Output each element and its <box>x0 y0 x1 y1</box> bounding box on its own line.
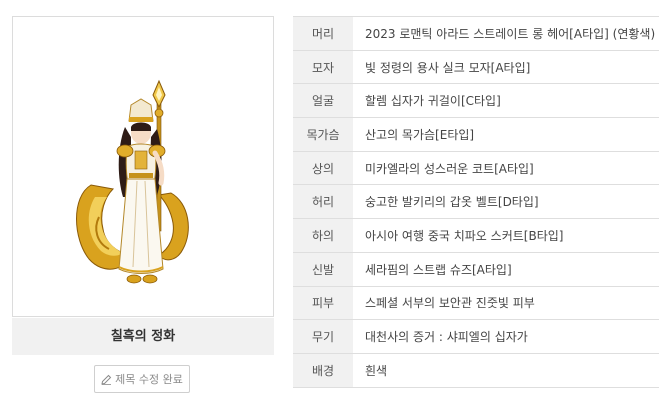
slot-label: 무기 <box>293 319 353 354</box>
slot-item: 스페셜 서부의 보안관 진줏빛 피부 <box>353 285 659 321</box>
equipment-table: 머리 2023 로맨틱 아라드 스트레이트 롱 헤어[A타입] (연황색) 모자… <box>293 16 659 388</box>
table-row: 머리 2023 로맨틱 아라드 스트레이트 롱 헤어[A타입] (연황색) <box>293 16 659 51</box>
slot-label: 얼굴 <box>293 83 353 119</box>
slot-item: 세라핌의 스트랩 슈즈[A타입] <box>353 251 659 287</box>
table-row: 하의 아시아 여행 중국 치파오 스커트[B타입] <box>293 218 659 253</box>
character-name: 칠흑의 정화 <box>12 318 274 355</box>
slot-item: 흰색 <box>353 352 659 388</box>
table-row: 피부 스페셜 서부의 보안관 진줏빛 피부 <box>293 285 659 321</box>
slot-item: 빛 정령의 용사 실크 모자[A타입] <box>353 49 659 85</box>
character-illustration <box>76 79 189 284</box>
slot-label: 상의 <box>293 150 353 186</box>
slot-label: 하의 <box>293 218 353 253</box>
table-row: 목가슴 산고의 목가슴[E타입] <box>293 117 659 152</box>
table-row: 허리 숭고한 발키리의 갑옷 벨트[D타입] <box>293 184 659 220</box>
table-row: 모자 빛 정령의 용사 실크 모자[A타입] <box>293 49 659 85</box>
slot-item: 아시아 여행 중국 치파오 스커트[B타입] <box>353 218 659 253</box>
table-row: 무기 대천사의 증거 : 샤피엘의 십자가 <box>293 319 659 354</box>
slot-item: 산고의 목가슴[E타입] <box>353 117 659 152</box>
table-row: 얼굴 할렘 십자가 귀걸이[C타입] <box>293 83 659 119</box>
slot-item: 미카엘라의 성스러운 코트[A타입] <box>353 150 659 186</box>
title-edit-done-button[interactable]: 제목 수정 완료 <box>94 365 190 393</box>
slot-label: 피부 <box>293 285 353 321</box>
table-row: 상의 미카엘라의 성스러운 코트[A타입] <box>293 150 659 186</box>
character-portrait <box>12 16 274 317</box>
pencil-icon <box>101 374 112 385</box>
slot-label: 모자 <box>293 49 353 85</box>
slot-item: 할렘 십자가 귀걸이[C타입] <box>353 83 659 119</box>
slot-item: 2023 로맨틱 아라드 스트레이트 롱 헤어[A타입] (연황색) <box>353 16 659 51</box>
slot-label: 신발 <box>293 251 353 287</box>
slot-item: 대천사의 증거 : 샤피엘의 십자가 <box>353 319 659 354</box>
table-row: 배경 흰색 <box>293 352 659 388</box>
character-panel: 칠흑의 정화 <box>12 16 274 355</box>
slot-item: 숭고한 발키리의 갑옷 벨트[D타입] <box>353 184 659 220</box>
slot-label: 목가슴 <box>293 117 353 152</box>
table-row: 신발 세라핌의 스트랩 슈즈[A타입] <box>293 251 659 287</box>
slot-label: 배경 <box>293 352 353 388</box>
slot-label: 머리 <box>293 16 353 51</box>
title-edit-done-label: 제목 수정 완료 <box>115 373 183 386</box>
slot-label: 허리 <box>293 184 353 220</box>
